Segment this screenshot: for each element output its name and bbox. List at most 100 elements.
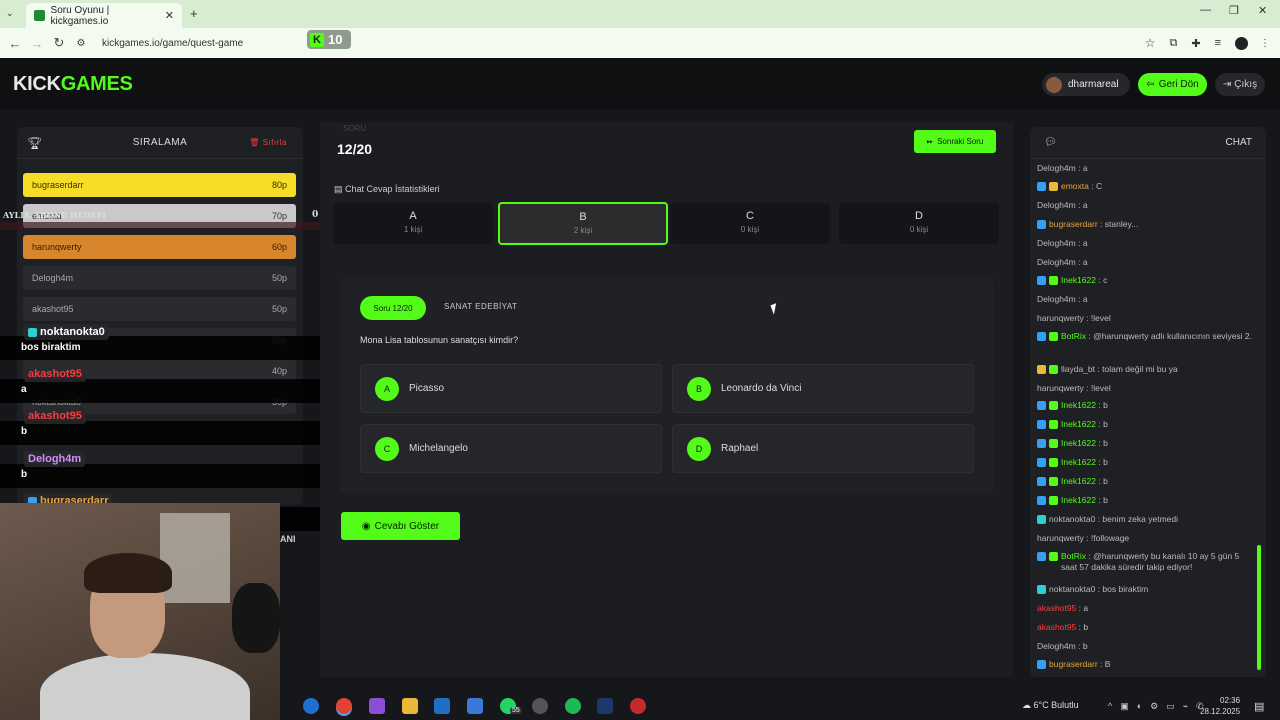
chat-badge-icon <box>1037 401 1046 410</box>
eye-icon: ◉ <box>361 520 371 532</box>
site-logo[interactable]: KICKGAMES <box>13 73 133 96</box>
chat-badge-icon <box>1049 420 1058 429</box>
bookmark-star-icon[interactable]: ☆ <box>1145 36 1156 50</box>
restore-icon[interactable]: ❐ <box>1229 4 1239 17</box>
media-icon[interactable]: ≡ <box>1215 37 1221 49</box>
logout-button[interactable]: ⇥ Çıkış <box>1215 73 1265 96</box>
chat-username[interactable]: bugraserdarr <box>1049 659 1098 669</box>
clock[interactable]: 02:36 28.12.2025 <box>1200 695 1240 717</box>
chat-username[interactable]: Delogh4m <box>1037 294 1076 304</box>
chat-username[interactable]: noktanokta0 <box>1049 514 1095 524</box>
spotify-icon[interactable] <box>565 698 581 714</box>
chat-username[interactable]: emoxta <box>1061 181 1089 191</box>
chat-badge-icon <box>1049 477 1058 486</box>
reset-button[interactable]: 🗑︎ Sıfırla <box>249 138 287 147</box>
logout-icon: ⇥ <box>1222 79 1232 90</box>
show-answer-button[interactable]: ◉ Cevabı Göster <box>341 512 460 540</box>
chat-message: BotRix : @harunqwerty bu kanalı 10 ay 5 … <box>1037 551 1257 573</box>
weather-text: 6°C Bulutlu <box>1033 700 1079 710</box>
system-tray[interactable]: ^▣◐⚙▭⌁✆ <box>1108 701 1212 712</box>
chat-separator: : <box>1088 181 1096 191</box>
chat-message-body: harunqwerty : !level <box>1037 313 1111 324</box>
chat-username[interactable]: Delogh4m <box>1037 163 1076 173</box>
username: dharmareal <box>1068 79 1119 90</box>
answer-option-d[interactable]: D Raphael <box>672 424 974 473</box>
back-arrow-icon[interactable]: ← <box>4 36 26 51</box>
chat-username[interactable]: Delogh4m <box>1037 641 1076 651</box>
menu-icon[interactable]: ⋮ <box>1260 38 1270 49</box>
settings-icon[interactable] <box>532 698 548 714</box>
chat-username[interactable]: Inek1622 <box>1061 457 1096 467</box>
weather-widget[interactable]: ☁︎ 6°C Bulutlu <box>1022 700 1079 711</box>
chat-separator: : <box>1095 400 1104 410</box>
back-button[interactable]: ⇦ Geri Dön <box>1138 73 1207 96</box>
chat-username[interactable]: Inek1622 <box>1061 438 1096 448</box>
chat-username[interactable]: harunqwerty <box>1037 313 1084 323</box>
folder-icon[interactable] <box>402 698 418 714</box>
copilot-icon[interactable] <box>369 698 385 714</box>
chat-text: b <box>1103 495 1108 505</box>
chat-scrollbar[interactable] <box>1257 545 1261 670</box>
chat-message: Delogh4m : a <box>1037 257 1257 268</box>
chat-username[interactable]: Inek1622 <box>1061 275 1096 285</box>
chrome-icon[interactable] <box>336 698 352 714</box>
outlook-icon[interactable] <box>434 698 450 714</box>
reload-icon[interactable]: ↻ <box>48 35 70 51</box>
obs-icon[interactable] <box>630 698 646 714</box>
chat-badge-icon <box>1037 420 1046 429</box>
puzzle-icon[interactable]: ✚ <box>1191 37 1200 50</box>
chat-text: b <box>1103 400 1108 410</box>
minimize-icon[interactable]: — <box>1200 4 1211 16</box>
stat-count: 0 kişi <box>909 225 929 234</box>
stat-count: 2 kişi <box>573 226 593 235</box>
leaderboard-row: akashot95 50p <box>23 297 296 321</box>
forward-arrow-icon[interactable]: → <box>26 36 48 51</box>
chat-username[interactable]: akashot95 <box>1037 622 1076 632</box>
chat-username[interactable]: Delogh4m <box>1037 257 1076 267</box>
chat-username[interactable]: bugraserdarr <box>1049 219 1098 229</box>
chat-username[interactable]: Inek1622 <box>1061 419 1096 429</box>
logout-button-label: Çıkış <box>1234 79 1258 90</box>
close-window-icon[interactable]: ✕ <box>1258 4 1267 17</box>
microphone <box>232 583 280 653</box>
close-tab-icon[interactable]: ✕ <box>165 9 174 22</box>
chat-message-body: Delogh4m : a <box>1037 163 1088 174</box>
browser-tab[interactable]: Soru Oyunu | kickgames.io ✕ <box>26 3 182 28</box>
chat-text: benim zeka yetmedi <box>1102 514 1179 524</box>
answer-option-b[interactable]: B Leonardo da Vinci <box>672 364 974 413</box>
edge-icon[interactable] <box>303 698 319 714</box>
chat-username[interactable]: BotRix <box>1061 551 1086 561</box>
url-field[interactable]: kickgames.io/game/quest-game <box>102 38 243 49</box>
next-question-button[interactable]: ⏩︎ Sonraki Soru <box>914 130 996 153</box>
site-info-icon[interactable]: ⚙ <box>70 38 92 49</box>
overlay-username: noktanokta0 <box>24 324 109 340</box>
chat-username[interactable]: Inek1622 <box>1061 495 1096 505</box>
chat-username[interactable]: harunqwerty <box>1037 533 1084 543</box>
answer-letter: D <box>687 436 711 461</box>
chat-username[interactable]: BotRix <box>1061 331 1086 341</box>
chat-message-body: harunqwerty : !followage <box>1037 533 1129 544</box>
user-pill[interactable]: dharmareal <box>1042 73 1130 96</box>
chat-username[interactable]: akashot95 <box>1037 603 1076 613</box>
new-tab-button[interactable]: + <box>190 6 198 21</box>
answer-option-c[interactable]: C Michelangelo <box>360 424 662 473</box>
steam-icon[interactable] <box>597 698 613 714</box>
badge-icon <box>28 327 37 337</box>
kick-extension-badge[interactable]: K 10 <box>307 30 351 49</box>
chat-username[interactable]: Delogh4m <box>1037 200 1076 210</box>
question-pill: Soru 12/20 <box>360 296 426 320</box>
notification-icon[interactable]: ▤ <box>1254 700 1264 713</box>
chat-username[interactable]: Inek1622 <box>1061 476 1096 486</box>
profile-avatar[interactable] <box>1235 36 1248 50</box>
tab-list-icon[interactable]: ⌄ <box>6 8 14 19</box>
chat-username[interactable]: noktanokta0 <box>1049 584 1095 594</box>
extension-icon[interactable]: ⧉ <box>1170 37 1178 50</box>
show-answer-label: Cevabı Göster <box>374 520 440 532</box>
chat-username[interactable]: Inek1622 <box>1061 400 1096 410</box>
store-icon[interactable] <box>467 698 483 714</box>
chat-username[interactable]: harunqwerty <box>1037 383 1084 393</box>
chat-username[interactable]: Delogh4m <box>1037 238 1076 248</box>
chat-separator: : <box>1075 163 1083 173</box>
answer-option-a[interactable]: A Picasso <box>360 364 662 413</box>
chat-username[interactable]: llayda_bt <box>1061 364 1095 374</box>
